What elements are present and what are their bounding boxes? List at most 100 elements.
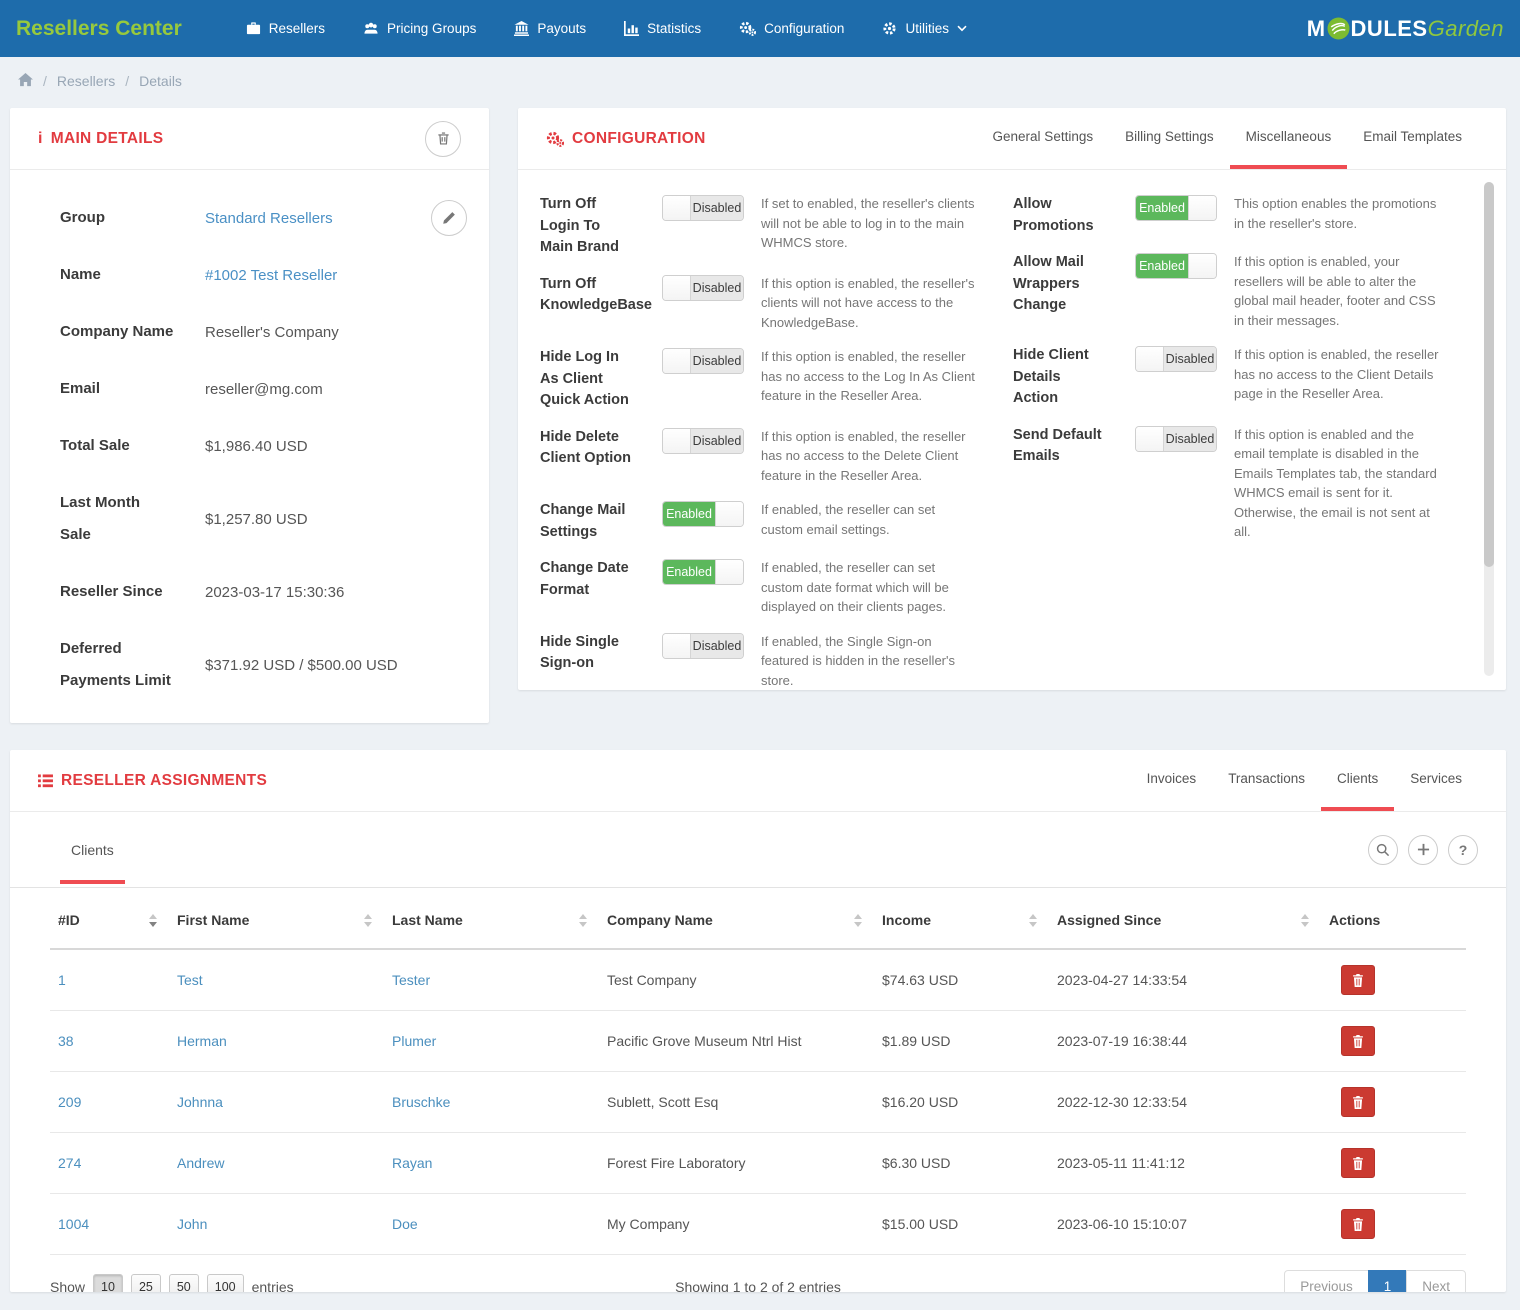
configuration-column-left: Turn Off Login To Main Brand Disabled If… <box>540 194 992 690</box>
client-last-name[interactable]: Bruschke <box>392 1072 607 1133</box>
search-button[interactable] <box>1368 835 1398 865</box>
add-client-button[interactable] <box>1408 835 1438 865</box>
toggle-hide-delete-client-option[interactable]: Disabled <box>662 428 744 454</box>
users-icon <box>363 21 379 36</box>
tab-services[interactable]: Services <box>1394 750 1478 811</box>
client-company: Forest Fire Laboratory <box>607 1133 882 1194</box>
client-assigned-since: 2023-06-10 15:10:07 <box>1057 1194 1329 1255</box>
client-last-name[interactable]: Plumer <box>392 1011 607 1072</box>
previous-page-button[interactable]: Previous <box>1284 1270 1369 1292</box>
client-income: $74.63 USD <box>882 949 1057 1011</box>
client-id[interactable]: 209 <box>50 1072 177 1133</box>
client-first-name[interactable]: Herman <box>177 1011 392 1072</box>
sort-icon <box>1029 914 1037 927</box>
toggle-turn-off-knowledgebase[interactable]: Disabled <box>662 275 744 301</box>
client-first-name[interactable]: Andrew <box>177 1133 392 1194</box>
column-header-first-name[interactable]: First Name <box>177 888 392 949</box>
client-id[interactable]: 1004 <box>50 1194 177 1255</box>
tab-clients[interactable]: Clients <box>1321 750 1394 811</box>
breadcrumb-resellers[interactable]: Resellers <box>57 73 115 89</box>
nav-item-payouts[interactable]: Payouts <box>514 21 586 36</box>
column-header-company-name[interactable]: Company Name <box>607 888 882 949</box>
detail-row-total-sale: Total Sale $1,986.40 USD <box>60 430 461 462</box>
scrollbar-thumb[interactable] <box>1484 182 1494 567</box>
config-scrollbar[interactable] <box>1484 182 1494 676</box>
client-id[interactable]: 1 <box>50 949 177 1011</box>
toggle-hide-log-in-as-client-quick-action[interactable]: Disabled <box>662 348 744 374</box>
page-size-selector: Show 10 25 50 100 entries <box>50 1274 294 1292</box>
subtab-clients[interactable]: Clients <box>60 812 125 887</box>
tab-email-templates[interactable]: Email Templates <box>1347 108 1478 169</box>
edit-group-button[interactable] <box>431 200 467 236</box>
tab-miscellaneous[interactable]: Miscellaneous <box>1230 108 1348 169</box>
globe-icon <box>1327 17 1350 40</box>
setting-turn-off-knowledgebase: Turn Off KnowledgeBase Disabled If this … <box>540 274 992 333</box>
delete-reseller-button[interactable] <box>425 121 461 157</box>
tab-transactions[interactable]: Transactions <box>1212 750 1321 811</box>
help-button[interactable]: ? <box>1448 835 1478 865</box>
configuration-column-right: Allow Promotions Enabled This option ena… <box>1013 194 1465 557</box>
client-last-name[interactable]: Doe <box>392 1194 607 1255</box>
toggle-change-mail-settings[interactable]: Enabled <box>662 501 744 527</box>
nav-item-resellers[interactable]: Resellers <box>246 21 325 36</box>
page-size-50[interactable]: 50 <box>169 1274 199 1292</box>
client-last-name[interactable]: Rayan <box>392 1133 607 1194</box>
setting-turn-off-login-to-main-brand: Turn Off Login To Main Brand Disabled If… <box>540 194 992 259</box>
app-brand[interactable]: Resellers Center <box>16 17 182 41</box>
client-company: Pacific Grove Museum Ntrl Hist <box>607 1011 882 1072</box>
bar-chart-icon <box>624 21 639 36</box>
client-assigned-since: 2023-07-19 16:38:44 <box>1057 1011 1329 1072</box>
reseller-assignments-panel: RESELLER ASSIGNMENTS Invoices Transactio… <box>10 750 1506 1292</box>
client-first-name[interactable]: Johnna <box>177 1072 392 1133</box>
toggle-change-date-format[interactable]: Enabled <box>662 559 744 585</box>
toggle-allow-mail-wrappers-change[interactable]: Enabled <box>1135 253 1217 279</box>
reseller-assignments-title: RESELLER ASSIGNMENTS <box>38 772 267 790</box>
table-header-row: #ID First Name Last Name Company Name In… <box>50 888 1466 949</box>
tab-general-settings[interactable]: General Settings <box>977 108 1110 169</box>
question-icon: ? <box>1459 842 1468 858</box>
page-size-100[interactable]: 100 <box>207 1274 244 1292</box>
client-income: $16.20 USD <box>882 1072 1057 1133</box>
toggle-turn-off-login-to-main-brand[interactable]: Disabled <box>662 195 744 221</box>
client-income: $1.89 USD <box>882 1011 1057 1072</box>
remove-client-button[interactable] <box>1341 1209 1375 1239</box>
sort-icon <box>579 914 587 927</box>
page-size-25[interactable]: 25 <box>131 1274 161 1292</box>
breadcrumb-details: Details <box>139 73 182 89</box>
column-header-last-name[interactable]: Last Name <box>392 888 607 949</box>
remove-client-button[interactable] <box>1341 1087 1375 1117</box>
nav-item-pricing-groups[interactable]: Pricing Groups <box>363 21 476 36</box>
clients-table: #ID First Name Last Name Company Name In… <box>50 888 1466 1255</box>
search-icon <box>1376 843 1390 857</box>
tab-billing-settings[interactable]: Billing Settings <box>1109 108 1230 169</box>
remove-client-button[interactable] <box>1341 1026 1375 1056</box>
pagination: Previous 1 Next <box>1284 1270 1466 1292</box>
remove-client-button[interactable] <box>1341 965 1375 995</box>
remove-client-button[interactable] <box>1341 1148 1375 1178</box>
nav-item-utilities[interactable]: Utilities <box>882 21 967 36</box>
column-header-income[interactable]: Income <box>882 888 1057 949</box>
trash-icon <box>1352 1218 1364 1231</box>
client-id[interactable]: 38 <box>50 1011 177 1072</box>
nav-item-configuration[interactable]: Configuration <box>739 21 844 36</box>
next-page-button[interactable]: Next <box>1406 1270 1466 1292</box>
client-assigned-since: 2023-05-11 11:41:12 <box>1057 1133 1329 1194</box>
page-1-button[interactable]: 1 <box>1368 1270 1408 1292</box>
client-last-name[interactable]: Tester <box>392 949 607 1011</box>
column-header-id[interactable]: #ID <box>50 888 177 949</box>
nav-item-statistics[interactable]: Statistics <box>624 21 701 36</box>
tab-invoices[interactable]: Invoices <box>1131 750 1213 811</box>
client-first-name[interactable]: John <box>177 1194 392 1255</box>
detail-row-last-month-sale: Last Month Sale $1,257.80 USD <box>60 487 461 551</box>
toggle-hide-single-sign-on[interactable]: Disabled <box>662 633 744 659</box>
column-header-assigned-since[interactable]: Assigned Since <box>1057 888 1329 949</box>
breadcrumb: / Resellers / Details <box>0 57 1520 105</box>
toggle-allow-promotions[interactable]: Enabled <box>1135 195 1217 221</box>
client-id[interactable]: 274 <box>50 1133 177 1194</box>
home-icon[interactable] <box>18 73 33 90</box>
toggle-send-default-emails[interactable]: Disabled <box>1135 426 1217 452</box>
client-income: $15.00 USD <box>882 1194 1057 1255</box>
client-first-name[interactable]: Test <box>177 949 392 1011</box>
toggle-hide-client-details-action[interactable]: Disabled <box>1135 346 1217 372</box>
page-size-10[interactable]: 10 <box>93 1274 123 1292</box>
